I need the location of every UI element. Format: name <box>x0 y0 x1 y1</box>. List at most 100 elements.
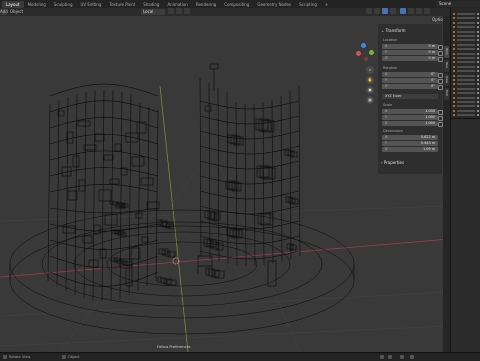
eye-icon[interactable] <box>477 92 479 95</box>
eye-icon[interactable] <box>477 52 479 55</box>
scale-field[interactable]: Z 1.000 <box>382 121 443 127</box>
workspace-tab[interactable]: Texture Paint <box>105 1 139 8</box>
outliner-row[interactable] <box>453 96 480 100</box>
outliner-row[interactable] <box>453 52 480 56</box>
outliner-row[interactable] <box>453 100 480 104</box>
location-field[interactable]: Y 0 m <box>382 50 443 56</box>
eye-icon[interactable] <box>477 79 479 81</box>
dimensions-field[interactable]: Z 1.09 m <box>382 147 438 152</box>
outliner-row[interactable] <box>453 78 480 82</box>
outliner-row[interactable] <box>453 34 480 38</box>
eye-icon[interactable] <box>477 43 479 46</box>
properties-section-title[interactable]: › Properties <box>381 160 404 165</box>
outliner-row[interactable] <box>453 104 480 108</box>
outliner-row[interactable] <box>453 47 480 51</box>
menu-add[interactable]: Add <box>0 9 8 14</box>
eye-icon[interactable] <box>477 65 479 68</box>
outliner-row[interactable] <box>453 21 480 25</box>
gizmo-z-icon[interactable] <box>361 43 366 48</box>
eye-icon[interactable] <box>477 48 479 51</box>
dimensions-field[interactable]: X 0.622 m <box>382 135 438 140</box>
workspace-tab[interactable]: Layout <box>2 1 24 8</box>
eye-icon[interactable] <box>477 114 479 117</box>
scale-field[interactable]: Y 1.000 <box>382 115 443 121</box>
workspace-tab[interactable]: Animation <box>163 1 191 8</box>
outliner-row[interactable] <box>453 113 480 117</box>
location-field[interactable]: X 0 m <box>382 44 443 50</box>
outliner-row[interactable] <box>453 16 480 20</box>
transform-orientation-dropdown[interactable]: Local <box>141 9 165 15</box>
wireframe-shading-icon[interactable] <box>400 8 406 14</box>
proportional-edit-icon[interactable] <box>184 8 190 14</box>
rotation-field[interactable]: X 0° <box>382 72 443 78</box>
material-shading-icon[interactable] <box>416 8 422 14</box>
eye-icon[interactable] <box>477 17 479 20</box>
eye-icon[interactable] <box>477 35 479 37</box>
location-field[interactable]: Z 0 m <box>382 56 443 62</box>
tab-item[interactable]: Item <box>444 46 449 58</box>
pan-hand-icon[interactable]: ✋ <box>366 76 374 84</box>
eye-icon[interactable] <box>477 70 479 73</box>
tab-edit[interactable]: Edit <box>444 88 449 100</box>
workspace-tab[interactable]: + <box>321 1 332 8</box>
gizmo-neg-x-icon[interactable] <box>364 57 368 61</box>
eye-icon[interactable] <box>477 21 479 24</box>
outliner-row[interactable] <box>453 87 480 91</box>
outliner-row[interactable] <box>453 38 480 42</box>
workspace-tab[interactable]: Compositing <box>220 1 253 8</box>
gizmo-toggle-icon[interactable] <box>374 8 380 14</box>
rotation-field[interactable]: Y 0° <box>382 78 443 84</box>
eye-icon[interactable] <box>477 26 479 29</box>
workspace-tab[interactable]: UV Editing <box>77 1 106 8</box>
eye-icon[interactable] <box>477 39 479 42</box>
pivot-icon[interactable] <box>168 8 174 14</box>
scale-field[interactable]: X 1.000 <box>382 109 443 115</box>
gizmo-y-icon[interactable] <box>369 50 374 55</box>
outliner-row[interactable] <box>453 82 480 86</box>
gizmo-x-icon[interactable] <box>356 51 361 56</box>
outliner-row[interactable] <box>453 60 480 64</box>
snap-icon[interactable] <box>176 8 182 14</box>
eye-icon[interactable] <box>477 13 479 15</box>
transform-title[interactable]: ⌄ Transform <box>381 28 406 33</box>
eye-icon[interactable] <box>477 87 479 90</box>
outliner-row[interactable] <box>453 30 480 34</box>
menu-object[interactable]: Object <box>10 9 23 14</box>
scene-selector[interactable]: Scene <box>436 1 480 7</box>
eye-icon[interactable] <box>477 57 479 59</box>
outliner-row[interactable] <box>453 56 480 60</box>
eye-icon[interactable] <box>477 101 479 103</box>
grid-toggle-icon[interactable]: ▦ <box>366 96 374 104</box>
outliner-row[interactable] <box>453 43 480 47</box>
eye-icon[interactable] <box>477 105 479 108</box>
eye-icon[interactable] <box>477 83 479 86</box>
workspace-tab[interactable]: Modeling <box>24 1 50 8</box>
outliner-row[interactable] <box>453 65 480 69</box>
tab-tool[interactable]: Tool <box>444 60 449 72</box>
solid-shading-icon[interactable] <box>408 8 414 14</box>
visibility-icon[interactable] <box>366 8 372 14</box>
outliner-row[interactable] <box>453 74 480 78</box>
rotation-field[interactable]: Z 0° <box>382 84 443 90</box>
eye-icon[interactable] <box>477 61 479 64</box>
eye-icon[interactable] <box>477 30 479 33</box>
xray-toggle-icon[interactable] <box>390 8 396 14</box>
workspace-tab[interactable]: Rendering <box>192 1 220 8</box>
tab-view[interactable]: View <box>444 74 449 86</box>
camera-view-icon[interactable]: ▣ <box>366 86 374 94</box>
outliner-row[interactable] <box>453 91 480 95</box>
eye-icon[interactable] <box>477 96 479 99</box>
workspace-tab[interactable]: Scripting <box>295 1 321 8</box>
workspace-tab[interactable]: Shading <box>139 1 163 8</box>
dimensions-field[interactable]: Y 0.443 m <box>382 141 438 146</box>
outliner-row[interactable] <box>453 25 480 29</box>
outliner-row[interactable] <box>453 109 480 113</box>
outliner-row[interactable] <box>453 12 480 16</box>
rendered-shading-icon[interactable] <box>424 8 430 14</box>
workspace-tab[interactable]: Geometry Nodes <box>253 1 295 8</box>
workspace-tab[interactable]: Sculpting <box>50 1 77 8</box>
zoom-icon[interactable]: ⌕ <box>366 66 374 74</box>
eye-icon[interactable] <box>477 74 479 77</box>
eye-icon[interactable] <box>477 109 479 112</box>
rotation-mode-dropdown[interactable]: XYZ Euler <box>382 94 438 99</box>
